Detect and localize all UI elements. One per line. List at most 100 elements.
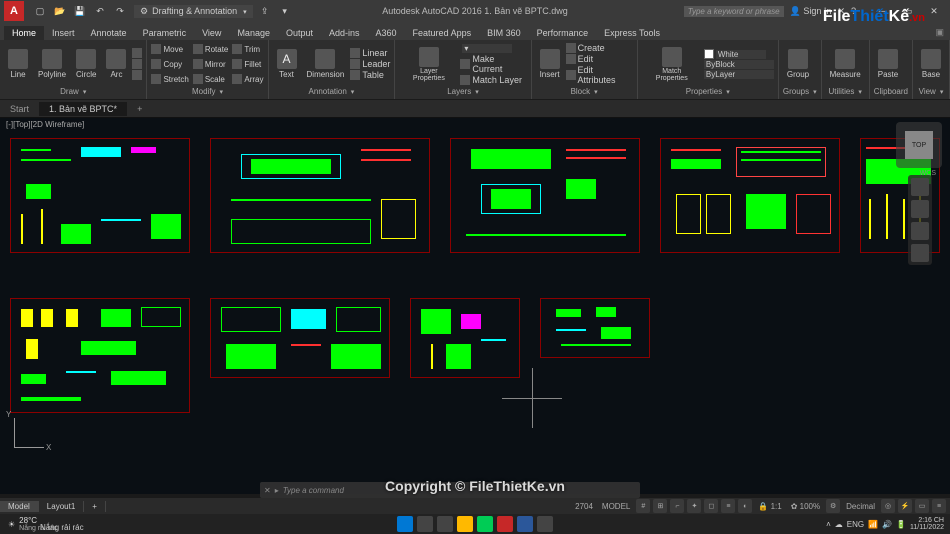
tab-insert[interactable]: Insert (44, 26, 83, 40)
autocad-logo[interactable]: A (4, 1, 24, 21)
edge-button[interactable] (477, 516, 493, 532)
zoom-level[interactable]: ✿ 100% (788, 502, 823, 511)
group-button[interactable]: Group (783, 42, 813, 86)
file-tab-start[interactable]: Start (0, 102, 39, 116)
onedrive-icon[interactable]: ☁ (835, 520, 843, 529)
block-create-button[interactable]: Create (566, 43, 633, 53)
match-layer-button[interactable]: Match Layer (460, 75, 526, 85)
language-indicator[interactable]: ENG (847, 520, 864, 529)
draw-flyout-1[interactable] (132, 48, 142, 58)
lineweight-dropdown[interactable]: ByBlock (704, 60, 774, 69)
tab-home[interactable]: Home (4, 26, 44, 40)
orbit-icon[interactable] (911, 244, 929, 262)
word-button[interactable] (517, 516, 533, 532)
pan-icon[interactable] (911, 200, 929, 218)
tab-output[interactable]: Output (278, 26, 321, 40)
tab-annotate[interactable]: Annotate (83, 26, 135, 40)
mirror-button[interactable]: Mirror (193, 57, 229, 71)
match-properties-button[interactable]: Match Properties (642, 42, 702, 86)
zoom-icon[interactable] (911, 222, 929, 240)
share-icon[interactable]: ⇪ (257, 3, 273, 19)
circle-button[interactable]: Circle (72, 42, 100, 86)
file-tab-current[interactable]: 1. Bản vẽ BPTC* (39, 102, 127, 116)
tab-express-tools[interactable]: Express Tools (596, 26, 668, 40)
undo-icon[interactable]: ↶ (92, 3, 108, 19)
app-button[interactable] (537, 516, 553, 532)
anno-scale[interactable]: 🔒 1:1 (755, 502, 784, 511)
leader-button[interactable]: Leader (350, 59, 390, 69)
copy-button[interactable]: Copy (151, 57, 188, 71)
base-button[interactable]: Base (917, 42, 945, 86)
layout-tab-add[interactable]: + (84, 501, 106, 512)
volume-icon[interactable]: 🔊 (882, 520, 892, 529)
battery-icon[interactable]: 🔋 (896, 520, 906, 529)
task-view-button[interactable] (437, 516, 453, 532)
tab-view[interactable]: View (194, 26, 229, 40)
grid-toggle-icon[interactable]: # (636, 499, 650, 513)
tab-a360[interactable]: A360 (368, 26, 405, 40)
hardware-accel-icon[interactable]: ⚡ (898, 499, 912, 513)
layout-tab-model[interactable]: Model (0, 501, 39, 512)
redo-icon[interactable]: ↷ (112, 3, 128, 19)
view-cube[interactable]: TOP (896, 122, 942, 168)
tab-bim360[interactable]: BIM 360 (479, 26, 529, 40)
save-icon[interactable]: 💾 (72, 3, 88, 19)
osnap-toggle-icon[interactable]: ◻ (704, 499, 718, 513)
file-tab-new-icon[interactable]: + (127, 102, 152, 116)
dimension-button[interactable]: Dimension (303, 42, 349, 86)
linetype-dropdown[interactable]: ByLayer (704, 70, 774, 79)
qat-dropdown-icon[interactable]: ▾ (277, 3, 293, 19)
make-current-button[interactable]: Make Current (460, 54, 526, 74)
explorer-button[interactable] (457, 516, 473, 532)
drawing-canvas[interactable]: Y X (0, 118, 950, 494)
ribbon-collapse-icon[interactable]: ▣ (929, 25, 950, 40)
tab-addins[interactable]: Add-ins (321, 26, 368, 40)
snap-toggle-icon[interactable]: ⊞ (653, 499, 667, 513)
search-button[interactable] (417, 516, 433, 532)
draw-flyout-2[interactable] (132, 59, 142, 69)
autocad-taskbar-button[interactable] (497, 516, 513, 532)
steering-wheel-icon[interactable] (911, 178, 929, 196)
clean-screen-icon[interactable]: ▭ (915, 499, 929, 513)
tab-manage[interactable]: Manage (229, 26, 278, 40)
tray-chevron-icon[interactable]: ˄ (826, 520, 831, 529)
move-button[interactable]: Move (151, 42, 188, 56)
layer-properties-button[interactable]: Layer Properties (399, 42, 458, 86)
arc-button[interactable]: Arc (102, 42, 130, 86)
edit-attributes-button[interactable]: Edit Attributes (566, 65, 633, 85)
isolate-icon[interactable]: ◎ (881, 499, 895, 513)
array-button[interactable]: Array (232, 72, 263, 86)
color-dropdown[interactable]: White (704, 49, 774, 59)
units-readout[interactable]: Decimal (843, 502, 878, 511)
measure-button[interactable]: Measure (826, 42, 865, 86)
fillet-button[interactable]: Fillet (232, 57, 263, 71)
close-button[interactable]: ✕ (922, 2, 946, 20)
rotate-button[interactable]: Rotate (193, 42, 229, 56)
help-search-input[interactable]: Type a keyword or phrase (684, 6, 784, 17)
text-button[interactable]: AText (273, 42, 301, 86)
customize-icon[interactable]: ≡ (932, 499, 946, 513)
new-icon[interactable]: ▢ (32, 3, 48, 19)
wifi-icon[interactable]: 📶 (868, 520, 878, 529)
transparency-toggle-icon[interactable]: ◐ (738, 499, 752, 513)
start-button[interactable] (397, 516, 413, 532)
insert-block-button[interactable]: Insert (536, 42, 564, 86)
block-edit-button[interactable]: Edit (566, 54, 633, 64)
model-toggle[interactable]: MODEL (599, 502, 633, 511)
draw-flyout-3[interactable] (132, 70, 142, 80)
command-close-icon[interactable]: ✕ (264, 486, 271, 495)
viewport-label[interactable]: [-][Top][2D Wireframe] (6, 120, 84, 129)
workspace-toggle-icon[interactable]: ⚙ (826, 499, 840, 513)
layer-dropdown[interactable]: ▾ (460, 44, 526, 53)
polyline-button[interactable]: Polyline (34, 42, 70, 86)
tab-featured-apps[interactable]: Featured Apps (405, 26, 480, 40)
tab-parametric[interactable]: Parametric (135, 26, 195, 40)
workspace-selector[interactable]: ⚙ Drafting & Annotation (134, 5, 253, 18)
tab-performance[interactable]: Performance (529, 26, 597, 40)
lineweight-toggle-icon[interactable]: ≡ (721, 499, 735, 513)
polar-toggle-icon[interactable]: ✦ (687, 499, 701, 513)
paste-button[interactable]: Paste (874, 42, 902, 86)
trim-button[interactable]: Trim (232, 42, 263, 56)
stretch-button[interactable]: Stretch (151, 72, 188, 86)
line-button[interactable]: Line (4, 42, 32, 86)
